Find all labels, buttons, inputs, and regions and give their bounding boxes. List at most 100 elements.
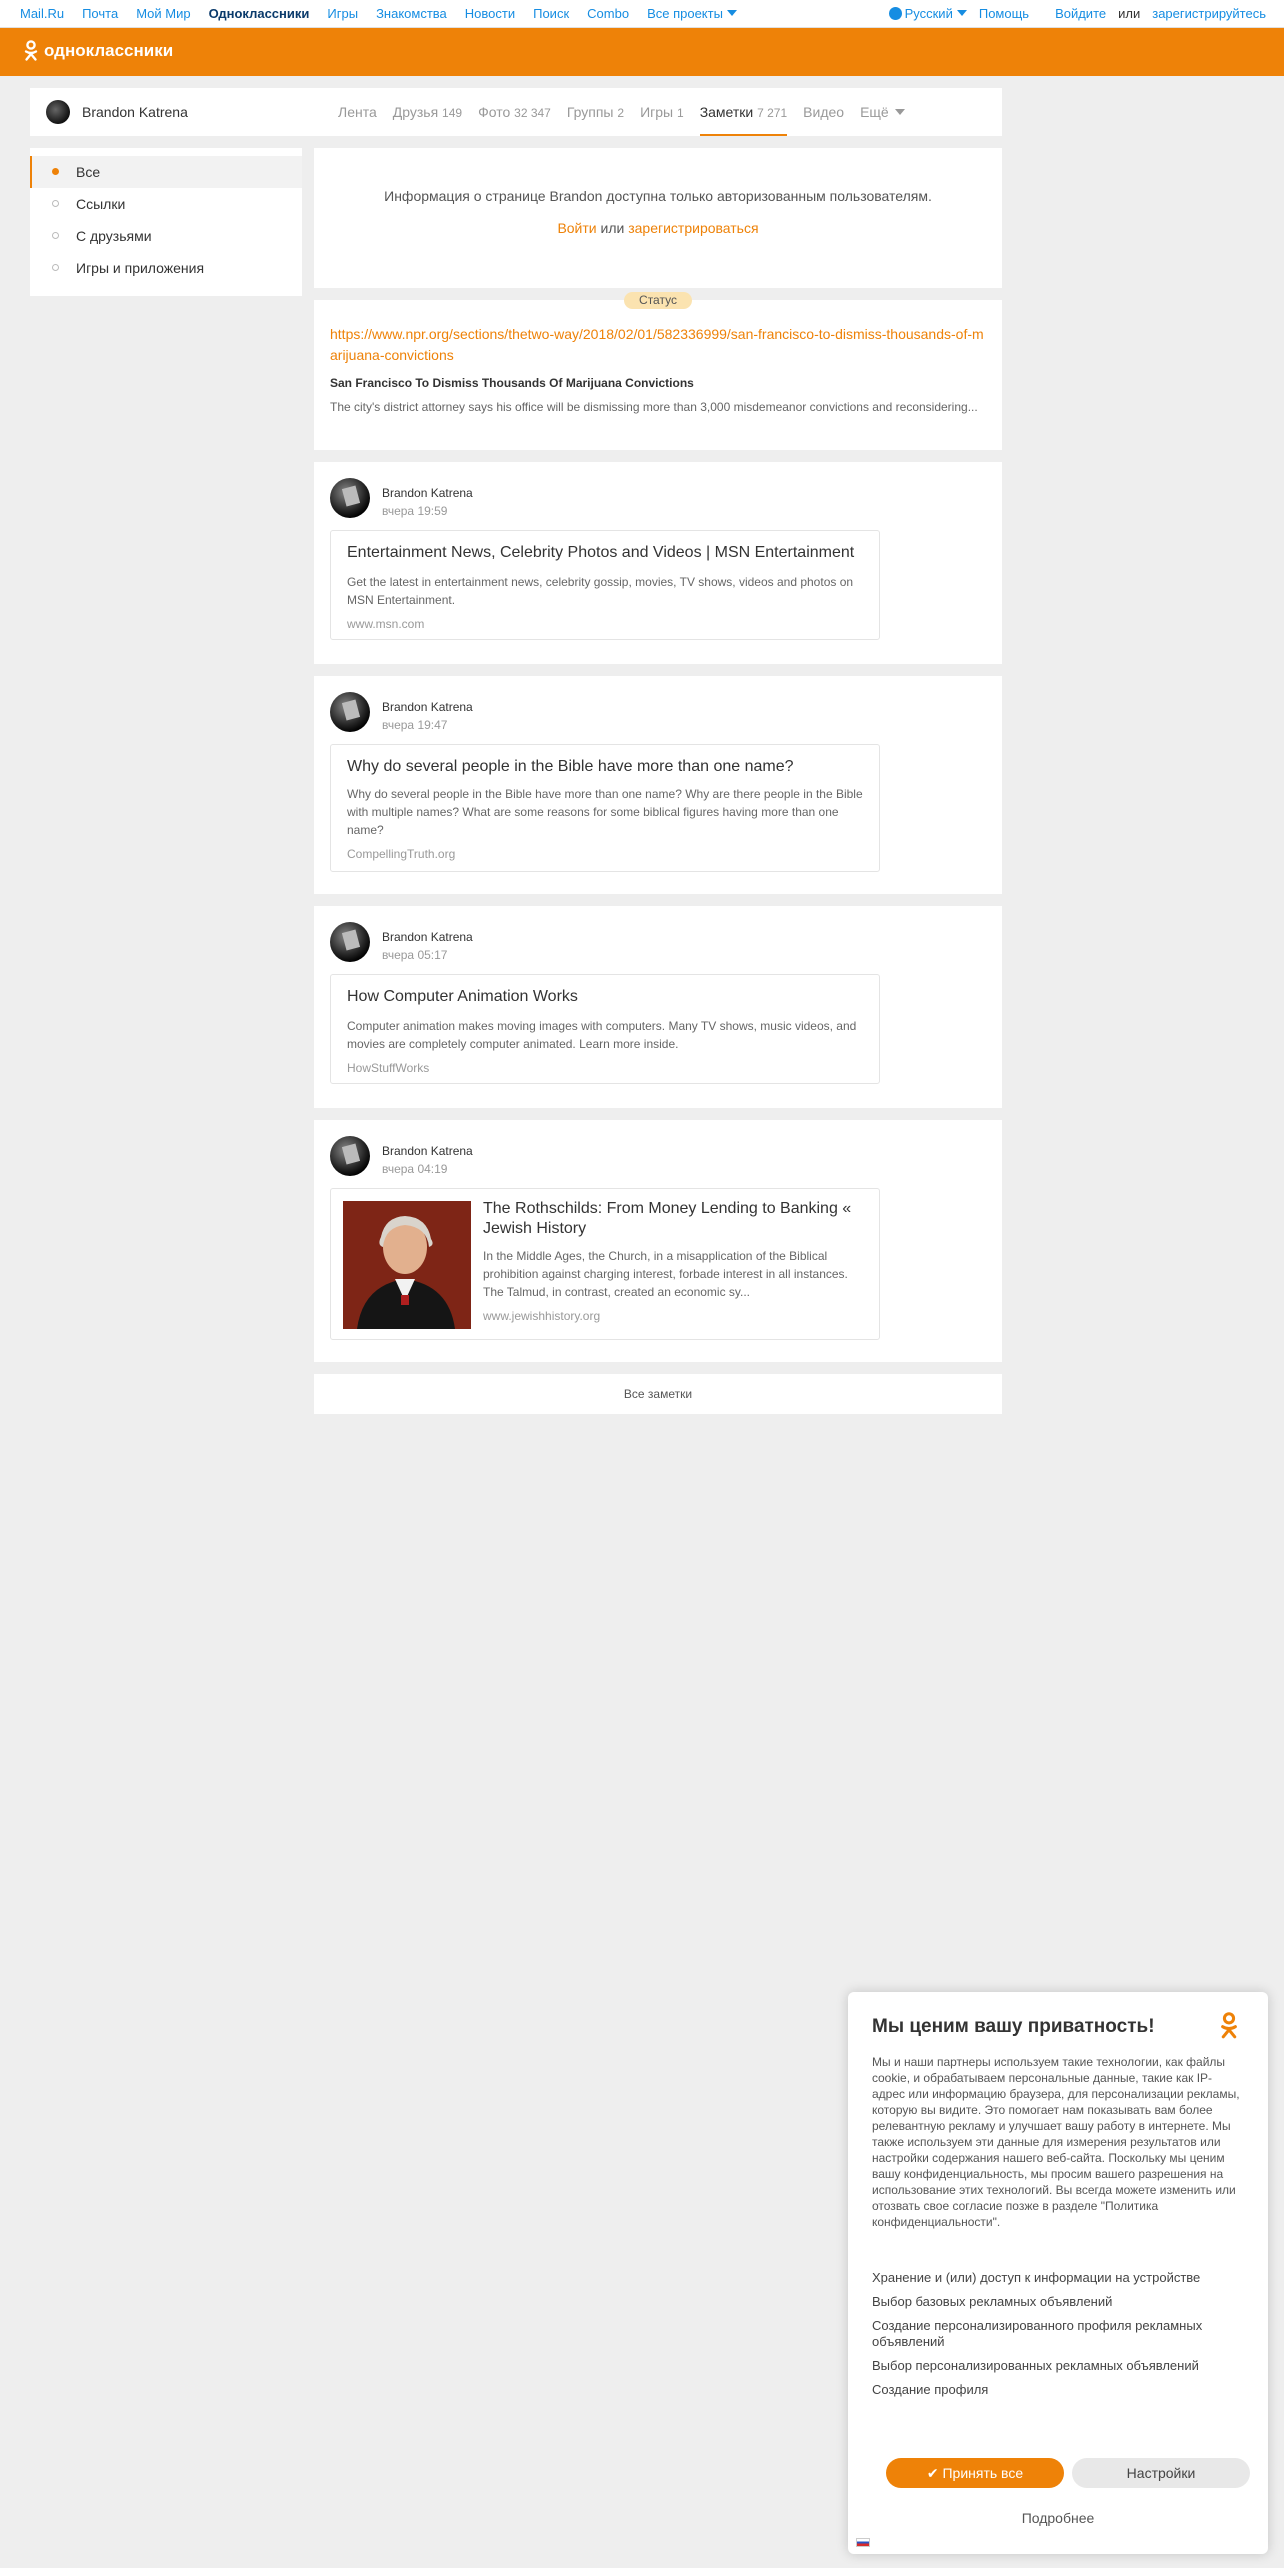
link-title[interactable]: The Rothschilds: From Money Lending to B…	[483, 1199, 863, 1239]
bullet-icon	[52, 232, 59, 239]
auth-actions: Войти или зарегистрироваться	[314, 220, 1002, 236]
link-text: The Rothschilds: From Money Lending to B…	[483, 1199, 863, 1323]
ok-logo-icon	[1221, 2012, 1237, 2039]
portal-link-news[interactable]: Новости	[465, 6, 515, 21]
bullet-icon	[52, 264, 59, 271]
filter-label: С друзьями	[76, 228, 152, 244]
bullet-icon	[52, 200, 59, 207]
login-link[interactable]: Войдите	[1055, 6, 1106, 21]
avatar[interactable]	[330, 922, 370, 962]
note-time[interactable]: вчера 19:47	[382, 718, 447, 732]
status-link-title[interactable]: San Francisco To Dismiss Thousands Of Ma…	[330, 376, 986, 390]
avatar[interactable]	[330, 478, 370, 518]
avatar[interactable]	[330, 692, 370, 732]
status-link-description: The city's district attorney says his of…	[330, 400, 978, 414]
chevron-down-icon	[894, 109, 905, 115]
tab-more[interactable]: Ещё	[860, 88, 905, 136]
tab-feed[interactable]: Лента	[338, 88, 377, 136]
register-link[interactable]: зарегистрироваться	[628, 220, 758, 236]
language-label: Русский	[904, 6, 953, 21]
portal-link-combo[interactable]: Combo	[587, 6, 629, 21]
note-time[interactable]: вчера 19:59	[382, 504, 447, 518]
ok-logo-icon	[24, 40, 38, 61]
all-notes-button[interactable]: Все заметки	[314, 1374, 1002, 1414]
tab-video[interactable]: Видео	[803, 88, 844, 136]
privacy-body: Мы и наши партнеры используем такие техн…	[872, 2055, 1240, 2229]
all-projects-label: Все проекты	[647, 6, 723, 21]
filter-item-all[interactable]: Все	[30, 156, 302, 188]
tab-groups[interactable]: Группы 2	[567, 88, 624, 136]
portal-link-dating[interactable]: Знакомства	[376, 6, 447, 21]
portal-user-area: Русский Помощь Войдите или зарегистрируй…	[888, 6, 1266, 21]
link-description: Why do several people in the Bible have …	[347, 787, 863, 837]
note-author[interactable]: Brandon Katrena	[382, 700, 473, 714]
note-time[interactable]: вчера 05:17	[382, 948, 447, 962]
tab-notes[interactable]: Заметки 7 271	[699, 88, 788, 136]
tab-count: 2	[617, 106, 625, 120]
filter-label: Все	[76, 164, 101, 180]
privacy-consent-dialog: Мы ценим вашу приватность! Мы и наши пар…	[848, 1992, 1268, 2554]
russia-flag-icon[interactable]	[856, 2538, 870, 2547]
link-preview[interactable]: Entertainment News, Celebrity Photos and…	[330, 530, 880, 640]
note-author[interactable]: Brandon Katrena	[382, 930, 473, 944]
ok-logo[interactable]: одноклассники	[24, 40, 173, 62]
status-link[interactable]: https://www.npr.org/sections/thetwo-way/…	[330, 324, 986, 366]
purpose-item: Выбор базовых рекламных объявлений	[872, 2294, 1113, 2309]
portal-link-all-projects[interactable]: Все проекты	[647, 6, 737, 21]
filter-item-games-apps[interactable]: Игры и приложения	[30, 252, 302, 284]
filter-item-with-friends[interactable]: С друзьями	[30, 220, 302, 252]
status-badge: Статус	[624, 292, 692, 309]
link-domain: www.jewishhistory.org	[483, 1309, 601, 1323]
link-title[interactable]: How Computer Animation Works	[347, 987, 863, 1007]
profile-name[interactable]: Brandon Katrena	[82, 104, 188, 120]
purpose-item: Создание персонализированного профиля ре…	[872, 2318, 1203, 2349]
language-selector[interactable]: Русский	[888, 6, 967, 21]
portal-link-mailru[interactable]: Mail.Ru	[20, 6, 64, 21]
note-card: Brandon Katrena вчера 19:59 Entertainmen…	[314, 462, 1002, 664]
link-domain: HowStuffWorks	[347, 1061, 430, 1075]
portal-link-myworld[interactable]: Мой Мир	[136, 6, 190, 21]
help-link[interactable]: Помощь	[979, 6, 1029, 21]
note-card: Brandon Katrena вчера 19:47 Why do sever…	[314, 676, 1002, 894]
portrait-image[interactable]	[343, 1201, 471, 1329]
link-title[interactable]: Entertainment News, Celebrity Photos and…	[347, 543, 863, 563]
link-preview[interactable]: How Computer Animation Works Computer an…	[330, 974, 880, 1084]
tab-count: 1	[677, 106, 684, 120]
note-time[interactable]: вчера 04:19	[382, 1162, 447, 1176]
avatar[interactable]	[330, 1136, 370, 1176]
note-card: Brandon Katrena вчера 05:17 How Computer…	[314, 906, 1002, 1108]
note-author[interactable]: Brandon Katrena	[382, 486, 473, 500]
note-author[interactable]: Brandon Katrena	[382, 1144, 473, 1158]
login-link[interactable]: Войти	[557, 220, 596, 236]
note-card: Brandon Katrena вчера 04:19 The Rothschi…	[314, 1120, 1002, 1362]
tab-photos[interactable]: Фото 32 347	[478, 88, 551, 136]
link-domain: CompellingTruth.org	[347, 847, 456, 861]
register-link[interactable]: зарегистрируйтесь	[1152, 6, 1266, 21]
link-title[interactable]: Why do several people in the Bible have …	[347, 757, 863, 777]
link-description: In the Middle Ages, the Church, in a mis…	[483, 1249, 848, 1299]
tab-friends[interactable]: Друзья 149	[393, 88, 462, 136]
portal-bar: Mail.Ru Почта Мой Мир Одноклассники Игры…	[0, 0, 1284, 28]
tab-games[interactable]: Игры 1	[640, 88, 684, 136]
bullet-icon	[52, 168, 59, 175]
tab-label: Видео	[803, 104, 845, 120]
avatar[interactable]	[46, 100, 70, 124]
more-details-link[interactable]: Подробнее	[848, 2510, 1268, 2526]
settings-button[interactable]: Настройки	[1072, 2458, 1250, 2488]
accept-all-button[interactable]: ✔ Принять все	[886, 2458, 1064, 2488]
filter-item-links[interactable]: Ссылки	[30, 188, 302, 220]
portal-link-ok[interactable]: Одноклассники	[209, 6, 310, 21]
portal-link-games[interactable]: Игры	[327, 6, 358, 21]
portal-link-mail[interactable]: Почта	[82, 6, 118, 21]
auth-info-card: Информация о странице Brandon доступна т…	[314, 148, 1002, 288]
tab-label: Группы	[566, 104, 614, 120]
tab-label: Друзья	[392, 104, 439, 120]
tab-label: Заметки	[699, 104, 754, 120]
link-preview[interactable]: The Rothschilds: From Money Lending to B…	[330, 1188, 880, 1340]
tab-count: 7 271	[757, 106, 788, 120]
tab-count: 149	[442, 106, 463, 120]
purpose-item: Создание профиля	[872, 2382, 989, 2397]
portal-link-search[interactable]: Поиск	[533, 6, 569, 21]
link-preview[interactable]: Why do several people in the Bible have …	[330, 744, 880, 872]
tab-label: Фото	[478, 104, 511, 120]
